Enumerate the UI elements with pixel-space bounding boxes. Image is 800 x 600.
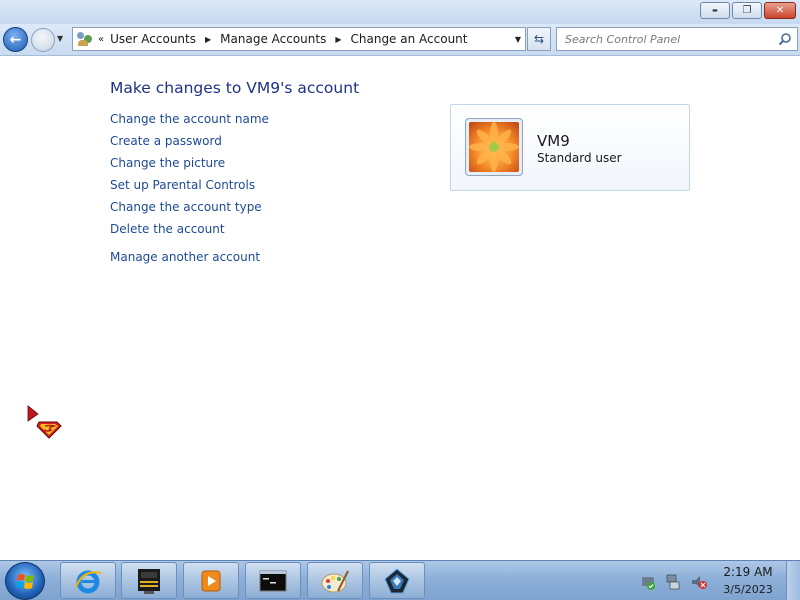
- change-account-type-link[interactable]: Change the account type: [110, 199, 269, 221]
- taskbar-paint[interactable]: [307, 562, 363, 599]
- windows-logo-icon: [16, 574, 34, 589]
- close-button[interactable]: ✕: [764, 2, 796, 19]
- restore-icon: ❐: [742, 4, 752, 16]
- search-input[interactable]: [557, 28, 767, 51]
- account-name: VM9: [537, 132, 570, 150]
- taskbar-cm-app[interactable]: [121, 562, 177, 599]
- show-desktop-button[interactable]: [786, 561, 800, 600]
- delete-account-link[interactable]: Delete the account: [110, 221, 269, 243]
- media-player-icon: [201, 570, 221, 591]
- account-picture: [465, 118, 523, 176]
- flower-picture-icon: [469, 122, 519, 172]
- minimize-button[interactable]: ▬: [700, 2, 730, 19]
- system-tray[interactable]: [640, 573, 710, 591]
- breadcrumb-manage-accounts[interactable]: Manage Accounts: [220, 32, 326, 46]
- create-password-link[interactable]: Create a password: [110, 133, 269, 155]
- volume-muted-icon: [692, 576, 707, 589]
- navigation-bar: ← ▼ « User Accounts ▶ Manage Accounts ▶ …: [0, 24, 800, 56]
- change-account-name-link[interactable]: Change the account name: [110, 111, 269, 133]
- main-content: Make changes to VM9's account Change the…: [0, 57, 800, 560]
- title-bar: ▬ ❐ ✕: [0, 0, 800, 24]
- taskbar-dark-app[interactable]: [369, 562, 425, 599]
- network-icon: [666, 574, 680, 590]
- parental-controls-link[interactable]: Set up Parental Controls: [110, 177, 269, 199]
- recent-pages-dropdown[interactable]: ▼: [57, 34, 63, 43]
- caption-buttons: ▬ ❐ ✕: [700, 2, 796, 19]
- change-picture-link[interactable]: Change the picture: [110, 155, 269, 177]
- breadcrumb-arrow-icon[interactable]: ▶: [335, 35, 341, 44]
- start-button[interactable]: [5, 562, 45, 600]
- address-dropdown-icon[interactable]: ▼: [515, 35, 521, 44]
- search-icon[interactable]: [778, 32, 792, 46]
- clock-date: 3/5/2023: [723, 583, 773, 596]
- taskbar-command-prompt[interactable]: [245, 562, 301, 599]
- account-type: Standard user: [537, 151, 622, 165]
- taskbar-media-player[interactable]: [183, 562, 239, 599]
- address-bar[interactable]: « User Accounts ▶ Manage Accounts ▶ Chan…: [72, 27, 526, 51]
- action-center-icon: [642, 577, 655, 590]
- back-button[interactable]: ←: [3, 27, 28, 52]
- system-clock[interactable]: 2:19 AM 3/5/2023: [718, 565, 778, 597]
- minimize-icon: ▬: [712, 6, 718, 14]
- cm-app-icon: [138, 568, 160, 594]
- clock-time: 2:19 AM: [723, 565, 773, 579]
- breadcrumb-user-accounts[interactable]: User Accounts: [110, 32, 196, 46]
- account-card: VM9 Standard user: [450, 104, 690, 191]
- taskbar: 2:19 AM 3/5/2023: [0, 560, 800, 600]
- dark-app-icon: [384, 567, 410, 593]
- search-box[interactable]: [556, 27, 798, 51]
- superman-cursor-icon: [27, 405, 62, 439]
- task-list: Change the account name Create a passwor…: [110, 111, 269, 243]
- overflow-chevron-icon[interactable]: «: [98, 34, 104, 45]
- user-accounts-icon: [76, 31, 94, 47]
- refresh-button[interactable]: ⇆: [527, 27, 551, 51]
- refresh-icon: ⇆: [533, 32, 545, 46]
- close-icon: ✕: [775, 4, 785, 16]
- command-prompt-icon: [259, 570, 287, 591]
- taskbar-internet-explorer[interactable]: [60, 562, 116, 599]
- maximize-button[interactable]: ❐: [732, 2, 762, 19]
- paint-icon: [321, 570, 349, 592]
- breadcrumb-arrow-icon[interactable]: ▶: [205, 35, 211, 44]
- forward-button[interactable]: [31, 28, 55, 52]
- internet-explorer-icon: [75, 570, 102, 593]
- page-title: Make changes to VM9's account: [110, 79, 360, 97]
- manage-another-account-link[interactable]: Manage another account: [110, 250, 260, 264]
- breadcrumb-change-an-account[interactable]: Change an Account: [351, 32, 468, 46]
- back-arrow-icon: ←: [9, 31, 22, 48]
